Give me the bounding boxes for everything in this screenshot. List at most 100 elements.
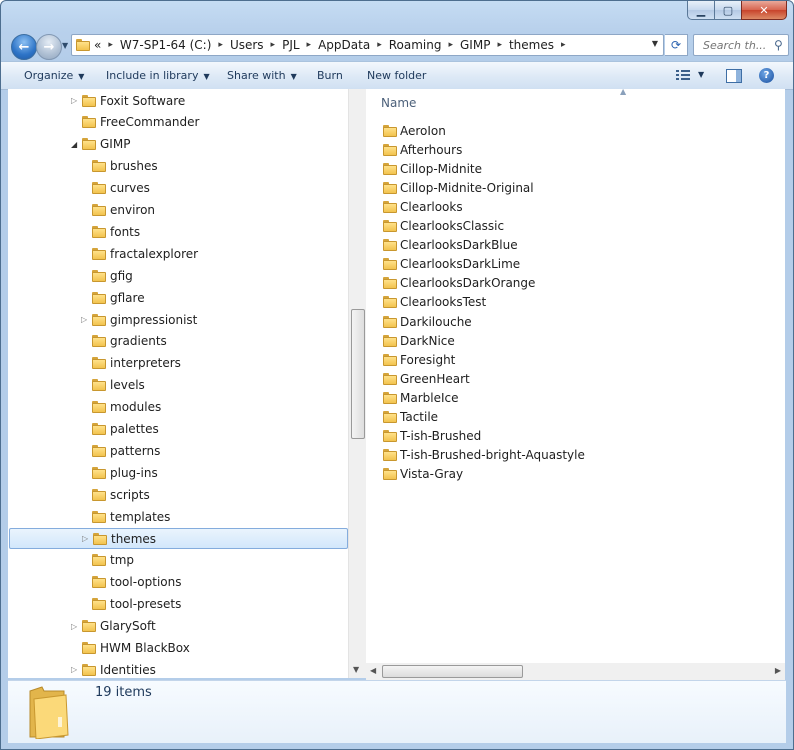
list-item[interactable]: MarbleIce bbox=[383, 388, 459, 407]
list-item[interactable]: Clearlooks bbox=[383, 197, 463, 216]
expand-arrow-icon[interactable]: ▷ bbox=[71, 665, 77, 674]
tree-item[interactable]: interpreters bbox=[9, 353, 346, 374]
breadcrumb-item[interactable]: GIMP bbox=[460, 38, 490, 52]
list-item[interactable]: Foresight bbox=[383, 350, 455, 369]
scrollbar-thumb[interactable] bbox=[351, 309, 365, 439]
breadcrumb-separator-icon[interactable]: ▸ bbox=[561, 40, 566, 50]
breadcrumb-item[interactable]: AppData bbox=[318, 38, 370, 52]
breadcrumb-separator-icon[interactable]: ▸ bbox=[271, 40, 276, 50]
scrollbar-thumb[interactable] bbox=[382, 665, 523, 678]
list-item[interactable]: ClearlooksDarkBlue bbox=[383, 236, 518, 255]
breadcrumb-separator-icon[interactable]: ▸ bbox=[108, 40, 113, 50]
address-dropdown-icon[interactable]: ▼ bbox=[652, 39, 658, 48]
tree-item[interactable]: FreeCommander bbox=[9, 112, 346, 133]
list-item[interactable]: Darkilouche bbox=[383, 312, 472, 331]
tree-item[interactable]: scripts bbox=[9, 484, 346, 505]
preview-pane-icon[interactable] bbox=[726, 69, 742, 83]
expand-arrow-icon[interactable]: ▷ bbox=[82, 534, 88, 543]
list-item[interactable]: DarkNice bbox=[383, 331, 455, 350]
tree-item[interactable]: ▷ Foxit Software bbox=[9, 90, 346, 111]
breadcrumb-separator-icon[interactable]: ▸ bbox=[307, 40, 312, 50]
navigation-scrollbar[interactable]: ▼ bbox=[348, 89, 366, 678]
refresh-button[interactable]: ⟳ bbox=[665, 34, 688, 56]
breadcrumb-separator-icon[interactable]: ▸ bbox=[497, 40, 502, 50]
back-button[interactable]: ← bbox=[11, 34, 37, 60]
list-item[interactable]: Vista-Gray bbox=[383, 465, 463, 484]
name-column-header[interactable]: Name bbox=[381, 96, 416, 110]
list-item-label: Afterhours bbox=[400, 142, 463, 157]
views-dropdown-icon[interactable]: ▼ bbox=[698, 70, 704, 79]
folder-icon bbox=[383, 449, 397, 462]
list-item[interactable]: GreenHeart bbox=[383, 369, 470, 388]
recent-pages-dropdown[interactable]: ▼ bbox=[62, 41, 68, 50]
list-item[interactable]: Afterhours bbox=[383, 140, 462, 159]
breadcrumb-separator-icon[interactable]: ▸ bbox=[377, 40, 382, 50]
tree-item[interactable]: curves bbox=[9, 178, 346, 199]
help-icon[interactable]: ? bbox=[759, 68, 774, 83]
views-icon[interactable] bbox=[676, 70, 690, 81]
list-item[interactable]: AeroIon bbox=[383, 121, 446, 140]
tree-item[interactable]: patterns bbox=[9, 440, 346, 461]
include-in-library-button[interactable]: Include in library ▼ bbox=[106, 69, 210, 82]
tree-item[interactable]: modules bbox=[9, 397, 346, 418]
tree-item[interactable]: brushes bbox=[9, 156, 346, 177]
tree-item[interactable]: ◢ GIMP bbox=[9, 134, 346, 155]
scroll-left-arrow-icon[interactable]: ◀ bbox=[370, 666, 376, 675]
organize-button[interactable]: Organize ▼ bbox=[24, 69, 84, 82]
tree-item[interactable]: tool-presets bbox=[9, 594, 346, 615]
tree-item[interactable]: HWM BlackBox bbox=[9, 638, 346, 659]
tree-item[interactable]: gflare bbox=[9, 287, 346, 308]
expand-arrow-icon[interactable]: ▷ bbox=[71, 622, 77, 631]
tree-item[interactable]: environ bbox=[9, 200, 346, 221]
list-item[interactable]: T-ish-Brushed-bright-Aquastyle bbox=[383, 446, 585, 465]
list-item[interactable]: Tactile bbox=[383, 408, 438, 427]
list-item[interactable]: ClearlooksTest bbox=[383, 293, 486, 312]
breadcrumb-item[interactable]: Users bbox=[230, 38, 264, 52]
tree-item[interactable]: palettes bbox=[9, 419, 346, 440]
breadcrumb-item[interactable]: themes bbox=[509, 38, 554, 52]
list-item[interactable]: T-ish-Brushed bbox=[383, 427, 481, 446]
list-item[interactable]: ClearlooksDarkOrange bbox=[383, 274, 535, 293]
tree-item[interactable]: plug-ins bbox=[9, 462, 346, 483]
address-bar[interactable]: « ▸ W7-SP1-64 (C:) ▸ Users ▸ PJL ▸ AppData ▸ Roam… bbox=[71, 34, 664, 56]
breadcrumb-separator-icon[interactable]: ▸ bbox=[448, 40, 453, 50]
list-item[interactable]: ClearlooksClassic bbox=[383, 217, 504, 236]
tree-item[interactable]: tmp bbox=[9, 550, 346, 571]
tree-item[interactable]: fonts bbox=[9, 221, 346, 242]
expand-arrow-icon[interactable]: ▷ bbox=[71, 96, 77, 105]
share-with-button[interactable]: Share with ▼ bbox=[227, 69, 297, 82]
tree-item[interactable]: ▷ themes bbox=[9, 528, 348, 549]
tree-item[interactable]: templates bbox=[9, 506, 346, 527]
forward-button[interactable]: → bbox=[36, 34, 62, 60]
tree-item[interactable]: gfig bbox=[9, 265, 346, 286]
breadcrumb-item[interactable]: W7-SP1-64 (C:) bbox=[120, 38, 212, 52]
search-input[interactable] bbox=[701, 37, 771, 53]
tree-item[interactable]: fractalexplorer bbox=[9, 243, 346, 264]
tree-item[interactable]: gradients bbox=[9, 331, 346, 352]
breadcrumb-overflow[interactable]: « bbox=[94, 38, 101, 52]
search-box[interactable]: ⚲ bbox=[693, 34, 789, 56]
tree-item[interactable]: ▷ gimpressionist bbox=[9, 309, 346, 330]
minimize-button[interactable]: ▁ bbox=[687, 1, 715, 20]
new-folder-button[interactable]: New folder bbox=[367, 69, 426, 82]
file-list-horizontal-scrollbar[interactable]: ◀ ▶ bbox=[366, 663, 785, 680]
list-item[interactable]: Cillop-Midnite bbox=[383, 159, 482, 178]
burn-button[interactable]: Burn bbox=[317, 69, 343, 82]
scroll-right-arrow-icon[interactable]: ▶ bbox=[775, 666, 781, 675]
tree-item[interactable]: levels bbox=[9, 375, 346, 396]
scroll-down-arrow-icon[interactable]: ▼ bbox=[353, 665, 359, 674]
list-item[interactable]: ClearlooksDarkLime bbox=[383, 255, 520, 274]
breadcrumb-item[interactable]: PJL bbox=[282, 38, 299, 52]
search-icon[interactable]: ⚲ bbox=[774, 38, 783, 52]
tree-item[interactable]: ▷ GlarySoft bbox=[9, 616, 346, 637]
breadcrumb-separator-icon[interactable]: ▸ bbox=[218, 40, 223, 50]
expanded-arrow-icon[interactable]: ◢ bbox=[71, 140, 77, 149]
list-item-label: Cillop-Midnite bbox=[400, 161, 483, 176]
tree-item[interactable]: ▷ Identities bbox=[9, 659, 346, 678]
list-item[interactable]: Cillop-Midnite-Original bbox=[383, 178, 534, 197]
maximize-button[interactable]: ▢ bbox=[714, 1, 742, 20]
breadcrumb-item[interactable]: Roaming bbox=[389, 38, 442, 52]
expand-arrow-icon[interactable]: ▷ bbox=[81, 315, 87, 324]
tree-item[interactable]: tool-options bbox=[9, 572, 346, 593]
close-button[interactable]: ✕ bbox=[741, 1, 787, 20]
